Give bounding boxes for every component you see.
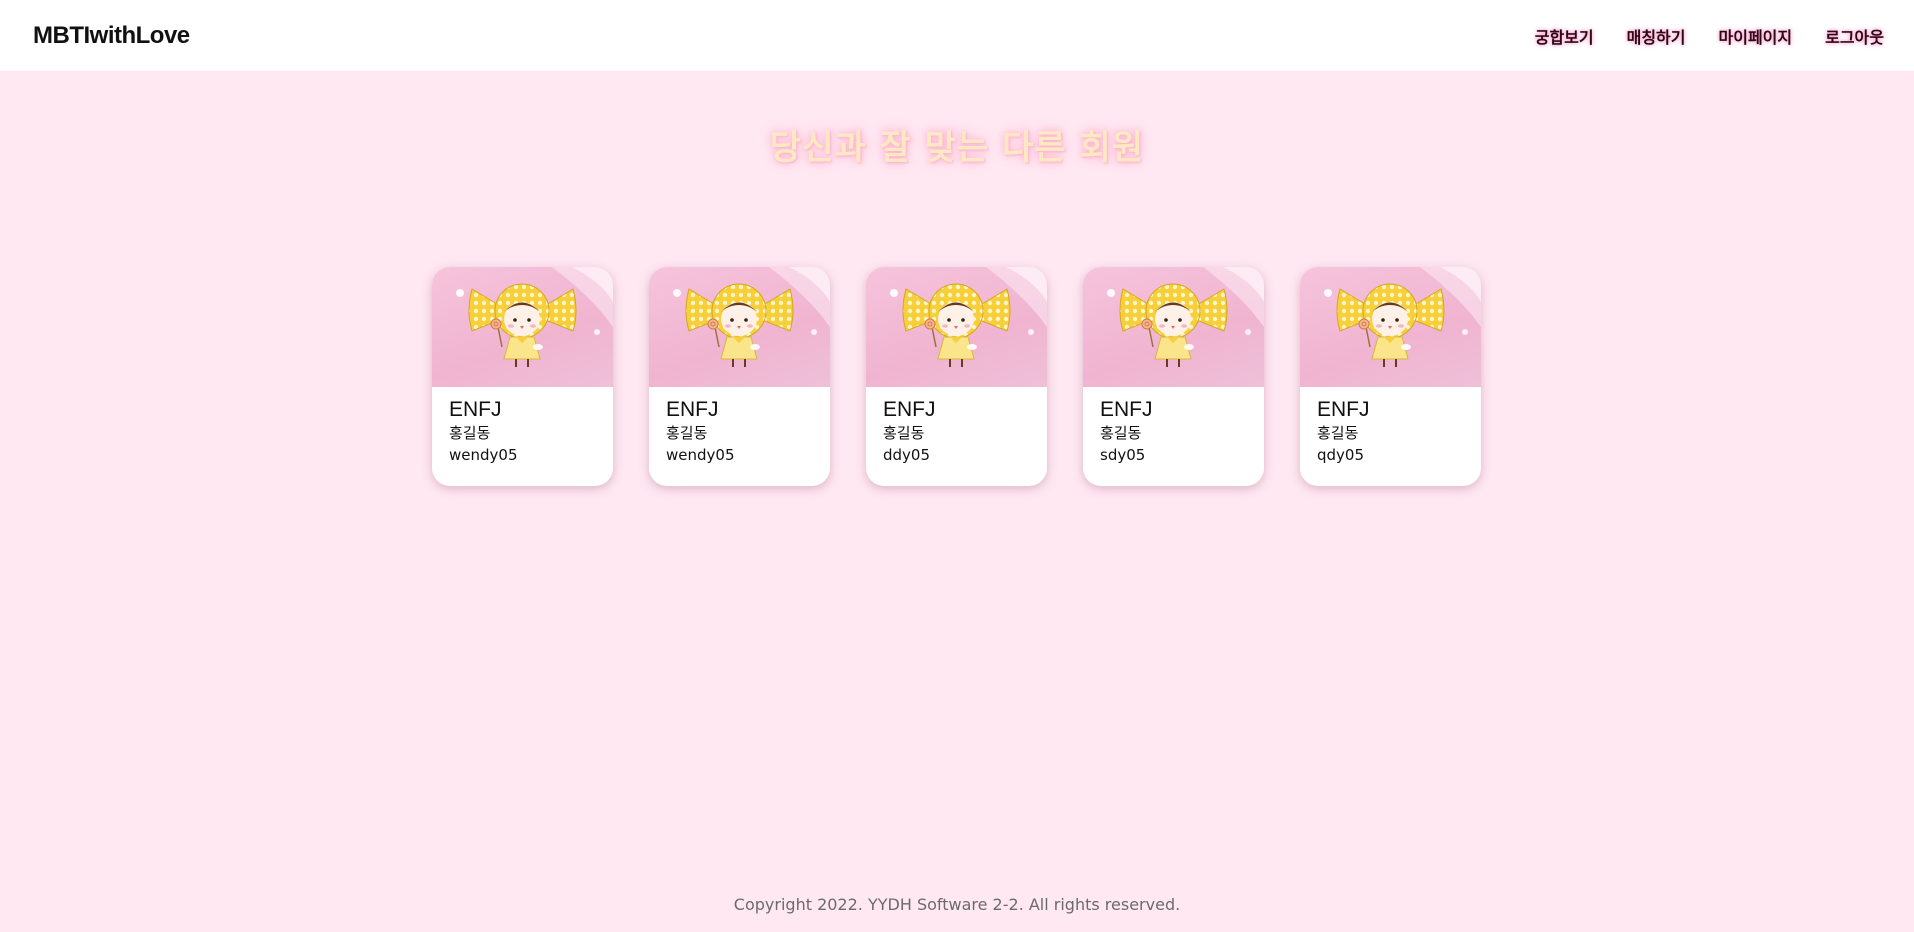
nav-link-logout[interactable]: 로그아웃 bbox=[1825, 24, 1884, 48]
member-name: 홍길동 bbox=[1100, 424, 1142, 442]
member-card-info: ENFJ 홍길동 wendy05 bbox=[432, 387, 613, 466]
member-mbti: ENFJ bbox=[1100, 398, 1153, 421]
page-title: 당신과 잘 맞는 다른 회원 bbox=[769, 128, 1145, 168]
member-card[interactable]: ENFJ 홍길동 ddy05 bbox=[866, 267, 1047, 486]
member-card-info: ENFJ 홍길동 wendy05 bbox=[649, 387, 830, 466]
nav-link-mypage[interactable]: 마이페이지 bbox=[1719, 24, 1793, 48]
member-id: wendy05 bbox=[449, 446, 518, 464]
member-id: wendy05 bbox=[666, 446, 735, 464]
member-card-info: ENFJ 홍길동 qdy05 bbox=[1300, 387, 1481, 466]
member-name: 홍길동 bbox=[1317, 424, 1359, 442]
member-card[interactable]: ENFJ 홍길동 wendy05 bbox=[649, 267, 830, 486]
member-id: sdy05 bbox=[1100, 446, 1146, 464]
nav-links: 궁합보기 매칭하기 마이페이지 로그아웃 bbox=[1535, 24, 1884, 48]
navbar: MBTIwithLove 궁합보기 매칭하기 마이페이지 로그아웃 bbox=[0, 0, 1914, 71]
member-card-list: ENFJ 홍길동 wendy05 ENFJ 홍길동 wendy05 ENFJ 홍… bbox=[432, 267, 1481, 486]
nav-link-matching[interactable]: 매칭하기 bbox=[1627, 24, 1686, 48]
member-id: qdy05 bbox=[1317, 446, 1365, 464]
member-avatar-image bbox=[432, 267, 613, 387]
member-card[interactable]: ENFJ 홍길동 qdy05 bbox=[1300, 267, 1481, 486]
member-mbti: ENFJ bbox=[1317, 398, 1370, 421]
member-avatar-image bbox=[649, 267, 830, 387]
member-name: 홍길동 bbox=[883, 424, 925, 442]
member-mbti: ENFJ bbox=[449, 398, 502, 421]
member-id: ddy05 bbox=[883, 446, 931, 464]
member-avatar-image bbox=[1300, 267, 1481, 387]
member-card-info: ENFJ 홍길동 ddy05 bbox=[866, 387, 1047, 466]
nav-link-compatibility[interactable]: 궁합보기 bbox=[1535, 24, 1594, 48]
brand-logo[interactable]: MBTIwithLove bbox=[33, 22, 190, 50]
member-name: 홍길동 bbox=[449, 424, 491, 442]
member-avatar-image bbox=[866, 267, 1047, 387]
member-avatar-image bbox=[1083, 267, 1264, 387]
footer-copyright: Copyright 2022. YYDH Software 2-2. All r… bbox=[733, 895, 1181, 914]
member-card[interactable]: ENFJ 홍길동 wendy05 bbox=[432, 267, 613, 486]
member-mbti: ENFJ bbox=[883, 398, 936, 421]
member-mbti: ENFJ bbox=[666, 398, 719, 421]
member-card-info: ENFJ 홍길동 sdy05 bbox=[1083, 387, 1264, 466]
member-name: 홍길동 bbox=[666, 424, 708, 442]
member-card[interactable]: ENFJ 홍길동 sdy05 bbox=[1083, 267, 1264, 486]
